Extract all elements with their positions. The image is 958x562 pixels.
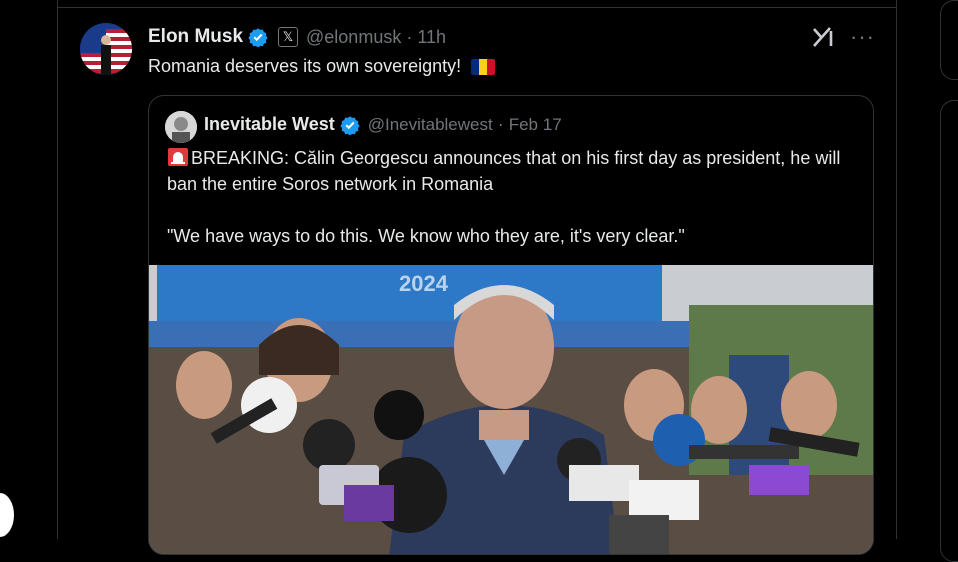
verified-badge-icon <box>248 28 268 47</box>
grok-icon[interactable] <box>811 24 837 50</box>
x-logo-icon[interactable]: 𝕏 <box>278 27 299 47</box>
verified-badge-icon <box>340 115 360 135</box>
tweet-text: Romania deserves its own sovereignty! <box>148 56 496 77</box>
romania-flag-icon <box>471 58 496 75</box>
avatar[interactable] <box>80 23 132 75</box>
quote-handle[interactable]: @Inevitablewest <box>368 115 493 135</box>
quote-tweet-card[interactable]: Inevitable West @Inevitablewest · Feb 17… <box>148 95 874 555</box>
quote-text: BREAKING: Călin Georgescu announces that… <box>167 145 857 249</box>
tweet-body: Romania deserves its own sovereignty! <box>148 56 462 76</box>
separator-dot: · <box>497 114 504 134</box>
banner-text: 2024 <box>399 271 449 296</box>
separator-dot: · <box>406 26 413 47</box>
sidebar-card <box>940 0 958 80</box>
more-options-icon[interactable]: ··· <box>850 24 875 50</box>
quote-header: Inevitable West @Inevitablewest · Feb 17 <box>204 114 562 135</box>
quote-line-1: BREAKING: Călin Georgescu announces that… <box>167 148 841 194</box>
quote-date[interactable]: Feb 17 <box>509 115 562 135</box>
siren-icon <box>168 148 188 166</box>
divider <box>58 7 896 8</box>
quote-photo[interactable]: 2024 <box>149 265 873 554</box>
quote-author-name[interactable]: Inevitable West <box>204 114 335 135</box>
quote-avatar[interactable] <box>165 111 197 143</box>
author-name[interactable]: Elon Musk <box>148 26 243 48</box>
tweet-header: Elon Musk 𝕏 @elonmusk · 11h <box>148 24 446 50</box>
quote-line-2: "We have ways to do this. We know who th… <box>167 226 685 246</box>
floating-button[interactable] <box>0 493 14 537</box>
author-handle[interactable]: @elonmusk <box>306 27 401 48</box>
tweet-time[interactable]: 11h <box>417 27 446 48</box>
sidebar-card <box>940 100 958 562</box>
